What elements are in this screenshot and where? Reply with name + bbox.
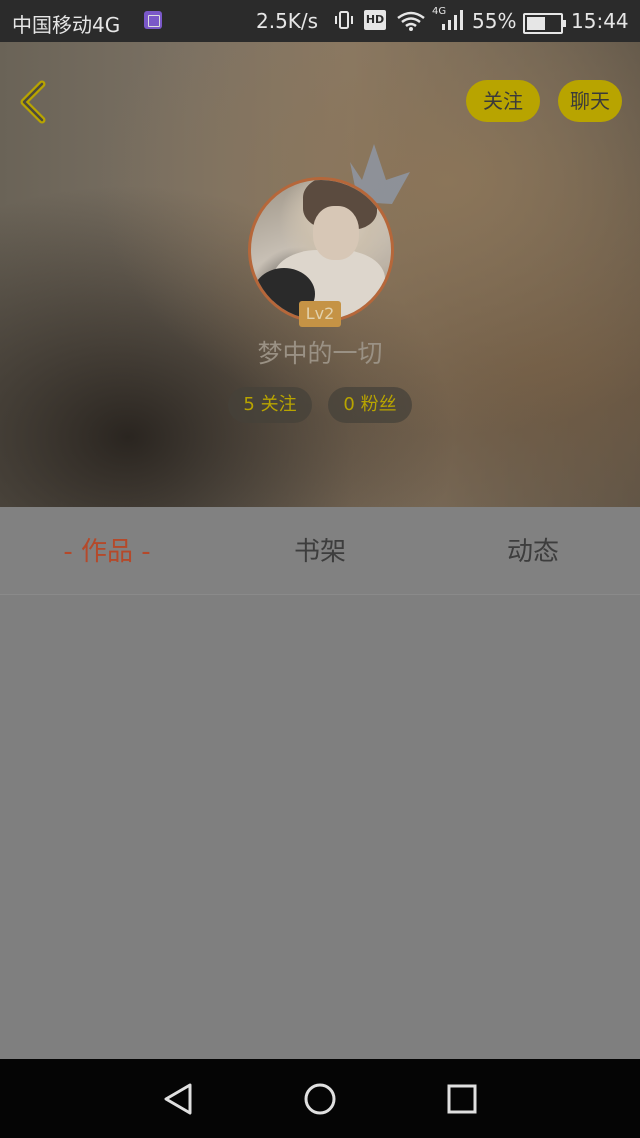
circle-home-icon[interactable] [298, 1079, 342, 1119]
profile-tabs: - 作品 - 书架 动态 [0, 507, 640, 595]
follow-button[interactable]: 关注 [466, 80, 540, 122]
tab-content-area [0, 595, 640, 1059]
vibrate-icon [335, 11, 353, 29]
level-badge: Lv2 [299, 301, 341, 327]
profile-header: 关注 聊天 Lv2 梦中的一切 5 关注 0 粉丝 [0, 42, 640, 507]
fans-count-button[interactable]: 0 粉丝 [328, 387, 412, 423]
tab-works[interactable]: - 作品 - [40, 507, 174, 594]
square-recent-icon[interactable] [440, 1079, 484, 1119]
cellular-signal-icon: 4G [432, 6, 468, 32]
navigation-bar [0, 1059, 640, 1138]
gallery-notification-icon [144, 11, 162, 29]
tab-bookshelf[interactable]: 书架 [255, 507, 385, 594]
battery-percent: 55% [472, 9, 517, 33]
chat-button[interactable]: 聊天 [558, 80, 622, 122]
status-bar: 中国移动4G 2.5K/s HD 4G 55% 15:44 [0, 0, 640, 42]
username: 梦中的一切 [257, 339, 383, 368]
clock: 15:44 [571, 9, 629, 33]
carrier-label: 中国移动4G [12, 13, 121, 37]
triangle-back-icon[interactable] [156, 1079, 200, 1119]
following-count-button[interactable]: 5 关注 [228, 387, 312, 423]
wifi-icon [397, 11, 425, 31]
hd-icon: HD [364, 10, 386, 30]
chevron-left-icon[interactable] [14, 78, 54, 126]
network-speed: 2.5K/s [256, 9, 319, 33]
tab-activity[interactable]: 动态 [468, 507, 598, 594]
battery-icon [523, 13, 566, 34]
